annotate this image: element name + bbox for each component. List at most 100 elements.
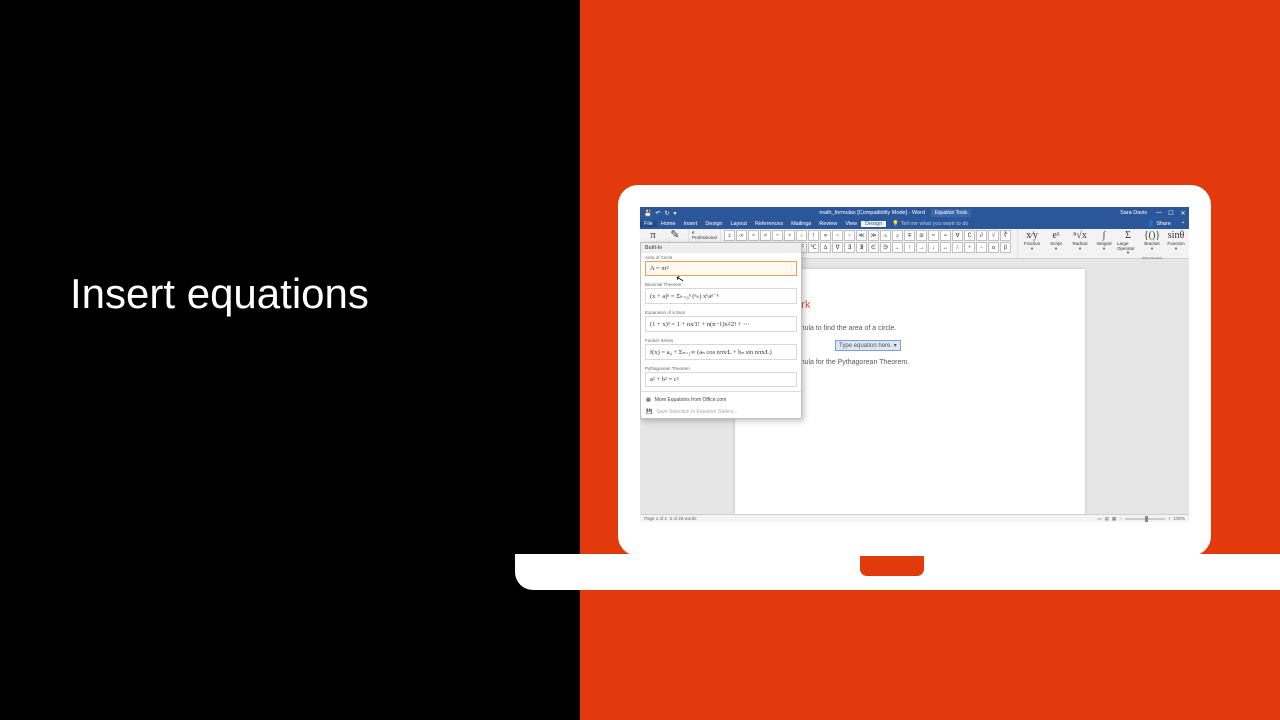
professional-option[interactable]: € Professional — [692, 230, 717, 241]
structure-radical[interactable]: ⁿ√xRadical▾ — [1069, 230, 1091, 251]
symbol-button[interactable]: ∃ — [844, 242, 855, 253]
structure-large-operator[interactable]: ΣLarge Operator▾ — [1117, 230, 1139, 256]
zoom-out-icon[interactable]: − — [1119, 516, 1122, 521]
maximize-icon[interactable]: ☐ — [1165, 210, 1177, 217]
symbol-button[interactable]: ∇ — [832, 242, 843, 253]
structure-fraction[interactable]: x⁄yFraction▾ — [1021, 230, 1043, 251]
symbol-button[interactable]: ! — [808, 230, 819, 241]
symbol-button[interactable]: ← — [892, 242, 903, 253]
symbol-button[interactable]: ÷ — [796, 230, 807, 241]
doc-line-2: t the formula for the Pythagorean Theore… — [775, 359, 1045, 366]
symbol-button[interactable]: ≪ — [856, 230, 867, 241]
symbol-button[interactable]: ± — [724, 230, 735, 241]
zoom-level[interactable]: 130% — [1173, 516, 1185, 521]
tab-mailings[interactable]: Mailings — [787, 221, 815, 227]
symbol-button[interactable]: − — [976, 242, 987, 253]
pi-icon: π — [650, 230, 656, 241]
symbol-button[interactable]: α — [988, 242, 999, 253]
equation-item-label: Expansion of a Sum — [641, 308, 801, 316]
symbol-button[interactable]: × — [784, 230, 795, 241]
dropdown-header: Built-In — [641, 243, 801, 253]
minimize-icon[interactable]: — — [1153, 210, 1165, 216]
doc-heading: nework — [775, 299, 1045, 311]
symbol-button[interactable]: → — [916, 242, 927, 253]
ribbon-tab-strip: File Home Insert Design Layout Reference… — [640, 219, 1189, 229]
symbol-button[interactable]: ∆ — [820, 242, 831, 253]
contextual-tab-label: Equation Tools — [931, 209, 972, 217]
more-equations-item[interactable]: ▦More Equations from Office.com — [641, 394, 801, 406]
symbol-button[interactable]: ↑ — [904, 242, 915, 253]
symbol-button[interactable]: ∛ — [1000, 230, 1011, 241]
tell-me-box[interactable]: 💡 Tell me what you want to do — [892, 221, 1142, 227]
word-count[interactable]: 3 of 28 words — [670, 516, 697, 521]
structure-bracket[interactable]: {()}Bracket▾ — [1141, 230, 1163, 251]
symbol-button[interactable]: ∈ — [868, 242, 879, 253]
laptop-frame: 💾 ↶ ↻ ▾ math_formulas [Compatibility Mod… — [618, 185, 1211, 556]
save-icon[interactable]: 💾 — [644, 210, 651, 217]
symbol-button[interactable]: ≠ — [760, 230, 771, 241]
tab-view[interactable]: View — [841, 221, 861, 227]
equation-item-binomial-theorem[interactable]: (x + a)ⁿ = Σₖ₌₀ⁿ (ⁿₖ) xᵏaⁿ⁻ᵏ — [645, 288, 797, 304]
web-layout-icon[interactable]: ▦ — [1112, 516, 1116, 522]
equation-gallery-dropdown: Built-In Area of CircleA = πr²↖Binomial … — [640, 242, 802, 419]
tab-review[interactable]: Review — [815, 221, 841, 227]
symbol-button[interactable]: ≈ — [928, 230, 939, 241]
symbol-button[interactable]: < — [832, 230, 843, 241]
tab-references[interactable]: References — [751, 221, 787, 227]
equation-placeholder[interactable]: Type equation here. ▾ — [835, 340, 901, 351]
tab-design[interactable]: Design — [701, 221, 726, 227]
save-gallery-icon: 💾 — [646, 409, 652, 415]
symbol-button[interactable]: ↔ — [940, 242, 951, 253]
equation-item-expansion-of-a-sum[interactable]: (1 + x)ⁿ = 1 + nx⁄1! + n(n−1)x²⁄2! + ⋯ — [645, 316, 797, 332]
symbol-button[interactable]: ∁ — [964, 230, 975, 241]
read-mode-icon[interactable]: ▭ — [1097, 516, 1101, 522]
symbol-button[interactable]: ∞ — [736, 230, 747, 241]
zoom-in-icon[interactable]: + — [1168, 516, 1171, 521]
slide-title: Insert equations — [70, 270, 369, 318]
symbol-button[interactable]: ∝ — [820, 230, 831, 241]
word-app-window: 💾 ↶ ↻ ▾ math_formulas [Compatibility Mod… — [640, 207, 1189, 522]
tab-file[interactable]: File — [640, 221, 657, 227]
symbol-button[interactable]: ≫ — [868, 230, 879, 241]
close-icon[interactable]: ✕ — [1177, 210, 1189, 217]
symbol-button[interactable]: β — [1000, 242, 1011, 253]
symbol-button[interactable]: ~ — [772, 230, 783, 241]
status-bar: Page 1 of 1 3 of 28 words ▭ ▤ ▦ − + 130% — [640, 514, 1189, 522]
equation-item-fourier-series[interactable]: f(x) = a₀ + Σₙ₌₁∞ (aₙ cos nπx⁄L + bₙ sin… — [645, 344, 797, 360]
symbol-button[interactable]: ∴ — [952, 242, 963, 253]
symbol-button[interactable]: + — [964, 242, 975, 253]
undo-icon[interactable]: ↶ — [655, 210, 660, 217]
document-title: math_formulas [Compatibility Mode] - Wor… — [819, 210, 925, 216]
tab-equation-design[interactable]: Design — [861, 221, 886, 227]
print-layout-icon[interactable]: ▤ — [1105, 516, 1109, 522]
symbol-button[interactable]: ∀ — [952, 230, 963, 241]
share-button[interactable]: 👤 Share — [1142, 221, 1177, 227]
pen-icon: ✎ — [670, 230, 679, 241]
equation-item-pythagorean-theorem[interactable]: a² + b² = c² — [645, 372, 797, 387]
symbol-button[interactable]: > — [844, 230, 855, 241]
symbol-button[interactable]: ℃ — [808, 242, 819, 253]
symbol-button[interactable]: ≤ — [880, 230, 891, 241]
page-indicator[interactable]: Page 1 of 1 — [644, 516, 667, 521]
symbol-button[interactable]: ∄ — [856, 242, 867, 253]
symbol-button[interactable]: ∓ — [904, 230, 915, 241]
symbol-button[interactable]: ≡ — [940, 230, 951, 241]
zoom-slider[interactable] — [1125, 518, 1165, 520]
symbol-button[interactable]: = — [748, 230, 759, 241]
tab-layout[interactable]: Layout — [726, 221, 751, 227]
user-name[interactable]: Sara Davis — [1114, 210, 1153, 216]
symbol-button[interactable]: √ — [988, 230, 999, 241]
symbol-button[interactable]: ≥ — [892, 230, 903, 241]
structure-integral[interactable]: ∫Integral▾ — [1093, 230, 1115, 251]
ribbon-collapse-icon[interactable]: ⌃ — [1177, 221, 1189, 228]
symbol-button[interactable]: ↓ — [928, 242, 939, 253]
redo-icon[interactable]: ↻ — [665, 210, 670, 217]
tab-home[interactable]: Home — [657, 221, 680, 227]
symbol-button[interactable]: ∋ — [880, 242, 891, 253]
symbol-button[interactable]: ∂ — [976, 230, 987, 241]
tab-insert[interactable]: Insert — [680, 221, 702, 227]
symbol-button[interactable]: ≅ — [916, 230, 927, 241]
structure-function[interactable]: sinθFunction▾ — [1165, 230, 1187, 251]
equation-item-area-of-circle[interactable]: A = πr²↖ — [645, 261, 797, 276]
structure-script[interactable]: eˣScript▾ — [1045, 230, 1067, 251]
